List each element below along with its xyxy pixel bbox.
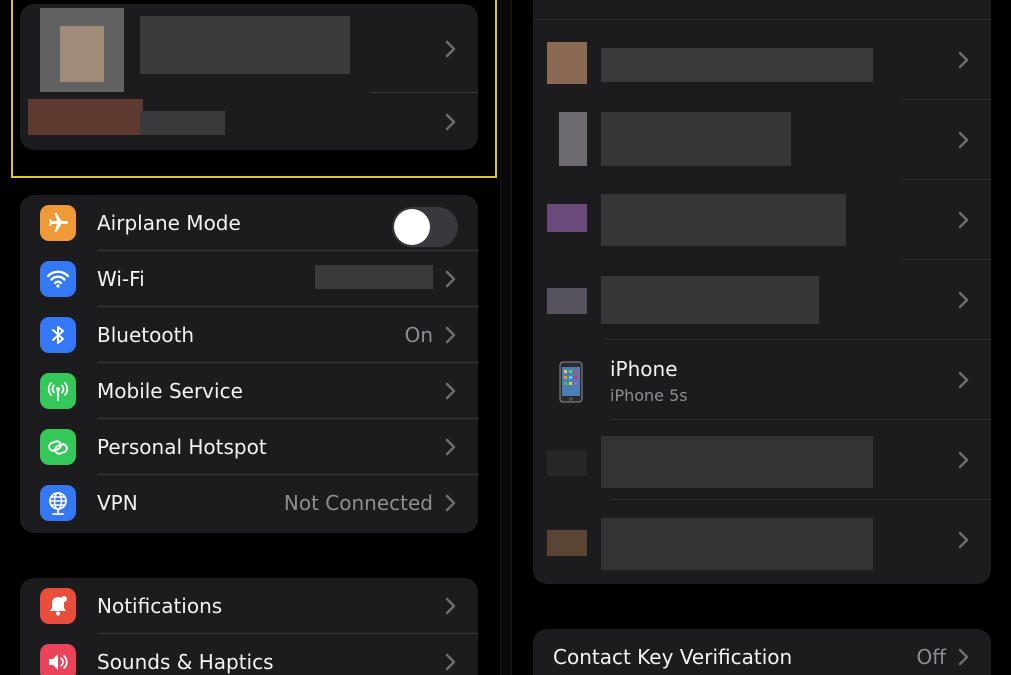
bell-icon (40, 588, 76, 624)
device-name-redacted (601, 518, 873, 570)
device-row[interactable] (533, 20, 991, 100)
bluetooth-value: On (404, 323, 433, 347)
chevron-right-icon (958, 531, 969, 549)
iphone-device-row[interactable]: iPhone iPhone 5s (533, 340, 991, 420)
chevron-right-icon (958, 291, 969, 309)
chevron-right-icon (958, 648, 969, 666)
bluetooth-row[interactable]: Bluetooth On (20, 307, 478, 363)
device-thumbnail-redacted (547, 42, 587, 84)
wifi-row[interactable]: Wi-Fi (20, 251, 478, 307)
mobile-service-label: Mobile Service (97, 379, 243, 403)
vpn-row[interactable]: VPN Not Connected (20, 475, 478, 531)
device-thumbnail-redacted (547, 450, 587, 476)
contact-key-verification-label: Contact Key Verification (553, 645, 793, 669)
iphone-icon (559, 361, 583, 403)
wifi-icon (40, 261, 76, 297)
personal-hotspot-label: Personal Hotspot (97, 435, 267, 459)
device-name-redacted (601, 48, 873, 82)
sounds-haptics-row[interactable]: Sounds & Haptics (20, 634, 478, 675)
selection-highlight (11, 0, 497, 178)
sounds-haptics-label: Sounds & Haptics (97, 650, 274, 674)
contact-key-verification-row[interactable]: Contact Key Verification Off (533, 629, 991, 675)
chevron-right-icon (445, 382, 456, 400)
device-row[interactable] (533, 180, 991, 260)
device-row[interactable] (533, 500, 991, 580)
device-row[interactable] (533, 420, 991, 500)
airplane-mode-label: Airplane Mode (97, 211, 241, 235)
notifications-label: Notifications (97, 594, 223, 618)
chevron-right-icon (445, 597, 456, 615)
device-thumbnail-redacted (547, 288, 587, 314)
antenna-icon (40, 373, 76, 409)
airplane-icon (40, 205, 76, 241)
wifi-label: Wi-Fi (97, 267, 145, 291)
chevron-right-icon (445, 270, 456, 288)
chevron-right-icon (445, 326, 456, 344)
device-name-redacted (601, 194, 846, 246)
vpn-label: VPN (97, 491, 138, 515)
notifications-group: Notifications Sounds & Haptics (20, 578, 478, 675)
bluetooth-label: Bluetooth (97, 323, 195, 347)
device-row[interactable] (533, 100, 991, 180)
device-name-redacted (601, 436, 873, 488)
chevron-right-icon (445, 438, 456, 456)
chevron-right-icon (958, 451, 969, 469)
airplane-mode-toggle[interactable] (392, 207, 458, 247)
device-row[interactable] (533, 0, 991, 20)
iphone-device-name: iPhone (610, 357, 678, 381)
bluetooth-icon (40, 317, 76, 353)
device-thumbnail-redacted (559, 112, 587, 166)
personal-hotspot-row[interactable]: Personal Hotspot (20, 419, 478, 475)
devices-list: iPhone iPhone 5s (533, 0, 991, 584)
device-name-redacted (601, 112, 791, 166)
hotspot-icon (40, 429, 76, 465)
chevron-right-icon (958, 131, 969, 149)
wifi-network-redacted (315, 265, 433, 289)
contact-key-verification-value: Off (916, 645, 946, 669)
split-view-divider[interactable] (500, 0, 512, 675)
chevron-right-icon (958, 371, 969, 389)
device-name-redacted (601, 276, 819, 324)
iphone-device-model: iPhone 5s (610, 386, 688, 405)
device-thumbnail-redacted (547, 530, 587, 556)
connectivity-group: Airplane Mode Wi-Fi Bluetooth On Mobile … (20, 195, 478, 533)
chevron-right-icon (445, 494, 456, 512)
devices-detail-pane: iPhone iPhone 5s Contact Key Verificatio… (512, 0, 1011, 675)
device-thumbnail-redacted (547, 204, 587, 232)
globe-icon (40, 485, 76, 521)
chevron-right-icon (958, 51, 969, 69)
chevron-right-icon (445, 653, 456, 671)
vpn-value: Not Connected (283, 491, 433, 515)
chevron-right-icon (958, 211, 969, 229)
contact-key-verification-group: Contact Key Verification Off (533, 629, 991, 675)
notifications-row[interactable]: Notifications (20, 578, 478, 634)
airplane-mode-row: Airplane Mode (20, 195, 478, 251)
mobile-service-row[interactable]: Mobile Service (20, 363, 478, 419)
settings-sidebar: Airplane Mode Wi-Fi Bluetooth On Mobile … (0, 0, 500, 675)
speaker-icon (40, 644, 76, 675)
device-row[interactable] (533, 260, 991, 340)
